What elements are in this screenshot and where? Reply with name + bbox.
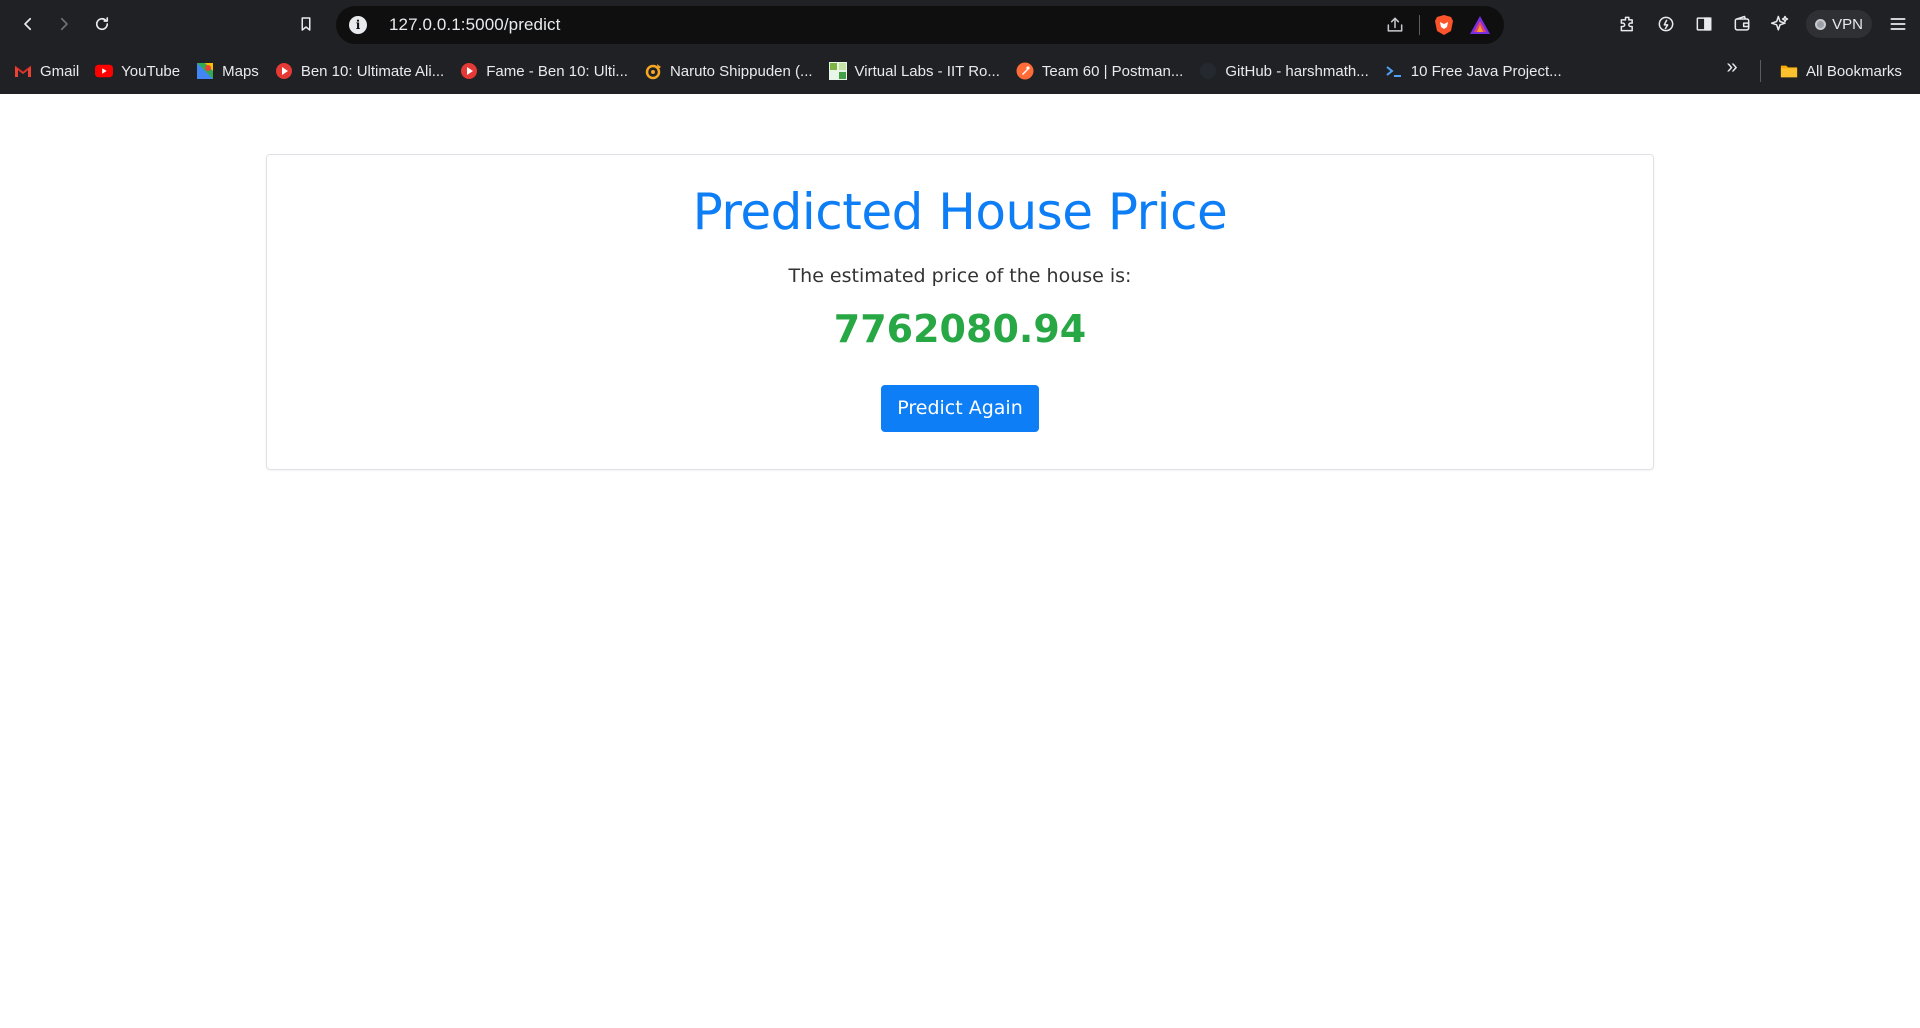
bookmarks-bar: Gmail YouTube Maps Ben 10: Ultimate Ali.… (0, 48, 1920, 94)
bookmark-label: Maps (222, 62, 259, 80)
vpn-button[interactable]: VPN (1806, 10, 1872, 38)
bookmarks-divider (1760, 60, 1761, 82)
forward-button[interactable] (50, 10, 78, 38)
vpn-label: VPN (1832, 15, 1863, 33)
bookmark-label: GitHub - harshmath... (1225, 62, 1369, 80)
page-title: Predicted House Price (692, 183, 1228, 241)
address-bar-divider (1419, 15, 1420, 35)
result-card: Predicted House Price The estimated pric… (266, 154, 1654, 470)
back-button[interactable] (14, 10, 42, 38)
more-bookmarks-chevron-icon[interactable]: » (1720, 56, 1744, 79)
vpn-status-icon (1815, 18, 1827, 30)
youtube-red-circle-icon (275, 62, 293, 80)
bookmark-naruto[interactable]: Naruto Shippuden (... (636, 56, 821, 86)
bookmark-label: Naruto Shippuden (... (669, 62, 813, 80)
chevron-right-icon (60, 17, 68, 31)
bookmark-label: Virtual Labs - IIT Ro... (854, 62, 1000, 80)
youtube-red-circle-icon (460, 62, 478, 80)
bookmark-youtube[interactable]: YouTube (87, 56, 188, 86)
extensions-icon[interactable] (1616, 12, 1640, 36)
naruto-icon (644, 62, 662, 80)
share-icon[interactable] (1383, 13, 1407, 37)
menu-icon[interactable] (1886, 12, 1910, 36)
page-content: Predicted House Price The estimated pric… (0, 94, 1920, 1028)
address-bar[interactable]: i 127.0.0.1:5000/predict (336, 6, 1504, 44)
browser-toolbar: i 127.0.0.1:5000/predict VPN (0, 0, 1920, 48)
brave-rewards-icon[interactable] (1468, 13, 1492, 37)
maps-icon (196, 62, 214, 80)
bookmark-icon (301, 17, 311, 31)
bookmark-label: Gmail (40, 62, 80, 80)
youtube-icon (95, 62, 114, 80)
reload-button[interactable] (88, 10, 116, 38)
bookmark-label: Team 60 | Postman... (1041, 62, 1184, 80)
speedreader-icon[interactable] (1654, 12, 1678, 36)
bookmark-page-button[interactable] (292, 10, 320, 38)
bookmark-virtual-labs[interactable]: Virtual Labs - IIT Ro... (821, 56, 1008, 86)
wallet-icon[interactable] (1730, 12, 1754, 36)
bookmark-label: YouTube (121, 62, 181, 80)
github-icon (1199, 62, 1217, 80)
bookmark-postman[interactable]: Team 60 | Postman... (1008, 56, 1191, 86)
bookmark-ben10-ultimate[interactable]: Ben 10: Ultimate Ali... (267, 56, 452, 86)
predicted-price: 7762080.94 (833, 307, 1087, 351)
bookmark-gmail[interactable]: Gmail (6, 56, 87, 86)
folder-icon (1780, 62, 1798, 80)
result-subtitle: The estimated price of the house is: (788, 265, 1132, 287)
bookmark-java-projects[interactable]: 10 Free Java Project... (1377, 56, 1570, 86)
bookmark-label: Ben 10: Ultimate Ali... (300, 62, 445, 80)
all-bookmarks-button[interactable]: All Bookmarks (1772, 56, 1910, 86)
address-bar-actions (1383, 6, 1492, 44)
predict-again-button[interactable]: Predict Again (881, 385, 1039, 432)
sidebar-icon[interactable] (1692, 12, 1716, 36)
bookmark-github[interactable]: GitHub - harshmath... (1191, 56, 1376, 86)
postman-icon (1016, 62, 1034, 80)
virtual-labs-icon (828, 62, 847, 80)
bookmark-label: 10 Free Java Project... (1410, 62, 1562, 80)
bookmark-label: Fame - Ben 10: Ulti... (486, 62, 628, 80)
site-info-icon[interactable]: i (349, 16, 367, 34)
bookmark-fame-ben10[interactable]: Fame - Ben 10: Ulti... (452, 56, 636, 86)
reload-icon (95, 17, 109, 31)
leo-ai-icon[interactable] (1768, 12, 1792, 36)
bookmark-maps[interactable]: Maps (188, 56, 267, 86)
gmail-icon (14, 62, 32, 80)
all-bookmarks-label: All Bookmarks (1806, 62, 1902, 80)
chevron-left-icon (24, 17, 32, 31)
address-bar-url[interactable]: 127.0.0.1:5000/predict (389, 15, 560, 35)
terminal-icon (1385, 62, 1403, 80)
brave-shields-icon[interactable] (1432, 13, 1456, 37)
browser-right-actions: VPN (1616, 9, 1910, 39)
